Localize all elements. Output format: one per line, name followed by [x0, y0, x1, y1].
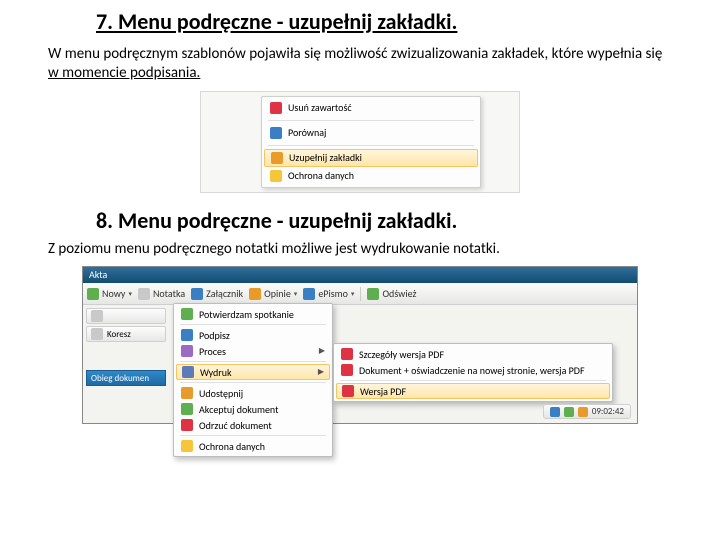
pdf-icon — [341, 348, 353, 360]
blue-icon — [191, 288, 203, 300]
section-8-body: Z poziomu menu podręcznego notatki możli… — [48, 240, 672, 259]
pdf-icon — [341, 364, 353, 376]
menu-item[interactable]: Potwierdzam spotkanie — [176, 306, 330, 322]
menu-item-label: Ochrona danych — [199, 440, 265, 453]
blue-icon — [270, 127, 282, 139]
toolbar-button[interactable]: Odśwież — [367, 287, 416, 300]
left-panel: Koresz Obieg dokumen — [83, 305, 169, 423]
pdf-icon — [342, 385, 354, 397]
blue-icon — [303, 288, 315, 300]
menu-item[interactable]: Udostępnij — [176, 385, 330, 401]
submenu-arrow-icon: ▶ — [319, 346, 325, 356]
green-icon — [181, 308, 193, 320]
save-icon — [182, 366, 194, 378]
toolbar-label: Opinie — [264, 287, 291, 300]
green-icon — [181, 403, 193, 415]
body-underlined: w momencie podpisania. — [48, 64, 200, 82]
menu-item-label: Wydruk — [200, 366, 232, 379]
menu-item[interactable]: Akceptuj dokument — [176, 401, 330, 417]
tray-time: 09:02:42 — [592, 406, 624, 417]
toolbar: Nowy▾NotatkaZałącznikOpinie▾ePismo▾Odświ… — [83, 283, 637, 305]
blue-icon — [181, 329, 193, 341]
context-menu: Usuń zawartość Porównaj Uzupełnij zakładki… — [261, 96, 481, 188]
content-area: Potwierdzam spotkaniePodpiszProces▶Wydru… — [169, 305, 637, 423]
left-button-2[interactable]: Koresz — [86, 326, 166, 342]
menu-item[interactable]: Ochrona danych — [264, 167, 478, 185]
menu-item[interactable]: Proces ▶ — [176, 343, 330, 359]
menu-item[interactable]: Odrzuć dokument — [176, 417, 330, 433]
tray-icon — [550, 407, 560, 417]
orange-icon — [271, 152, 283, 164]
menu-item-label: Udostępnij — [199, 387, 243, 400]
tray-icon — [564, 407, 574, 417]
chevron-down-icon: ▾ — [294, 289, 298, 298]
menu-item-label: Potwierdzam spotkanie — [199, 308, 294, 321]
left-button-1[interactable] — [86, 308, 166, 324]
toolbar-label: ePismo — [318, 287, 348, 300]
section-7-body: W menu podręcznym szablonów pojawiła się… — [48, 45, 672, 83]
menu-item-label: Akceptuj dokument — [199, 403, 278, 416]
menu-item[interactable]: Podpisz — [176, 327, 330, 343]
menu-item-label: Podpisz — [199, 329, 230, 342]
figure-context-menu-1: Usuń zawartość Porównaj Uzupełnij zakładki… — [200, 91, 520, 193]
toolbar-label: Odśwież — [382, 287, 416, 300]
green-icon — [87, 288, 99, 300]
toolbar-button[interactable]: Nowy▾ — [87, 287, 132, 300]
menu-item[interactable]: Wydruk ▶ — [176, 364, 330, 380]
menu-item-label: Usuń zawartość — [288, 101, 352, 114]
submenu-item-label: Wersja PDF — [360, 385, 406, 398]
yellow-icon — [181, 440, 193, 452]
tray-icon — [578, 407, 588, 417]
red-icon — [181, 419, 193, 431]
menu-item-label: Odrzuć dokument — [199, 419, 272, 432]
menu-item-label: Proces — [199, 345, 226, 358]
menu-item[interactable]: Uzupełnij zakładki — [264, 149, 478, 167]
body-text: W menu podręcznym szablonów pojawiła się… — [48, 45, 662, 63]
menu-item[interactable]: Usuń zawartość — [264, 99, 478, 117]
submenu-item-label: Szczegóły wersja PDF — [359, 348, 444, 361]
toolbar-button[interactable]: Opinie▾ — [249, 287, 297, 300]
chevron-down-icon: ▾ — [351, 289, 355, 298]
yellow-icon — [270, 170, 282, 182]
purple-icon — [181, 345, 193, 357]
toolbar-button[interactable]: Notatka — [138, 287, 185, 300]
submenu-arrow-icon: ▶ — [318, 367, 324, 377]
menu-item-label: Ochrona danych — [288, 169, 354, 182]
submenu-item[interactable]: Wersja PDF — [336, 383, 610, 399]
section-header-obieg[interactable]: Obieg dokumen — [86, 370, 166, 386]
menu-item-label: Porównaj — [288, 126, 326, 139]
toolbar-label: Notatka — [153, 287, 185, 300]
red-icon — [270, 102, 282, 114]
toolbar-button[interactable]: Załącznik — [191, 287, 243, 300]
doc-icon — [91, 310, 103, 322]
submenu-item[interactable]: Szczegóły wersja PDF — [336, 346, 610, 362]
figure-app-window: Akta Nowy▾NotatkaZałącznikOpinie▾ePismo▾… — [82, 266, 638, 424]
orange-icon — [181, 387, 193, 399]
toolbar-button[interactable]: ePismo▾ — [303, 287, 354, 300]
gray-icon — [138, 288, 150, 300]
submenu-item-label: Dokument + oświadczenie na nowej stronie… — [359, 364, 585, 377]
menu-item[interactable]: Porównaj — [264, 124, 478, 142]
context-menu-note: Potwierdzam spotkaniePodpiszProces▶Wydru… — [173, 303, 333, 457]
toolbar-label: Nowy — [102, 287, 125, 300]
submenu-item[interactable]: Dokument + oświadczenie na nowej stronie… — [336, 362, 610, 378]
window-title: Akta — [89, 268, 107, 281]
window-titlebar: Akta — [83, 267, 637, 283]
orange-icon — [249, 288, 261, 300]
section-8-title: 8. Menu podręczne - uzupełnij zakładki. — [96, 207, 672, 234]
section-7-title: 7. Menu podręczne - uzupełnij zakładki. — [96, 8, 672, 35]
menu-item[interactable]: Ochrona danych — [176, 438, 330, 454]
system-tray: 09:02:42 — [543, 404, 631, 419]
toolbar-label: Załącznik — [206, 287, 243, 300]
doc-icon — [91, 328, 103, 340]
submenu-wydruk: Szczegóły wersja PDF Dokument + oświadcze… — [333, 343, 613, 402]
green-icon — [367, 288, 379, 300]
chevron-down-icon: ▾ — [128, 289, 132, 298]
menu-item-label: Uzupełnij zakładki — [289, 151, 362, 164]
